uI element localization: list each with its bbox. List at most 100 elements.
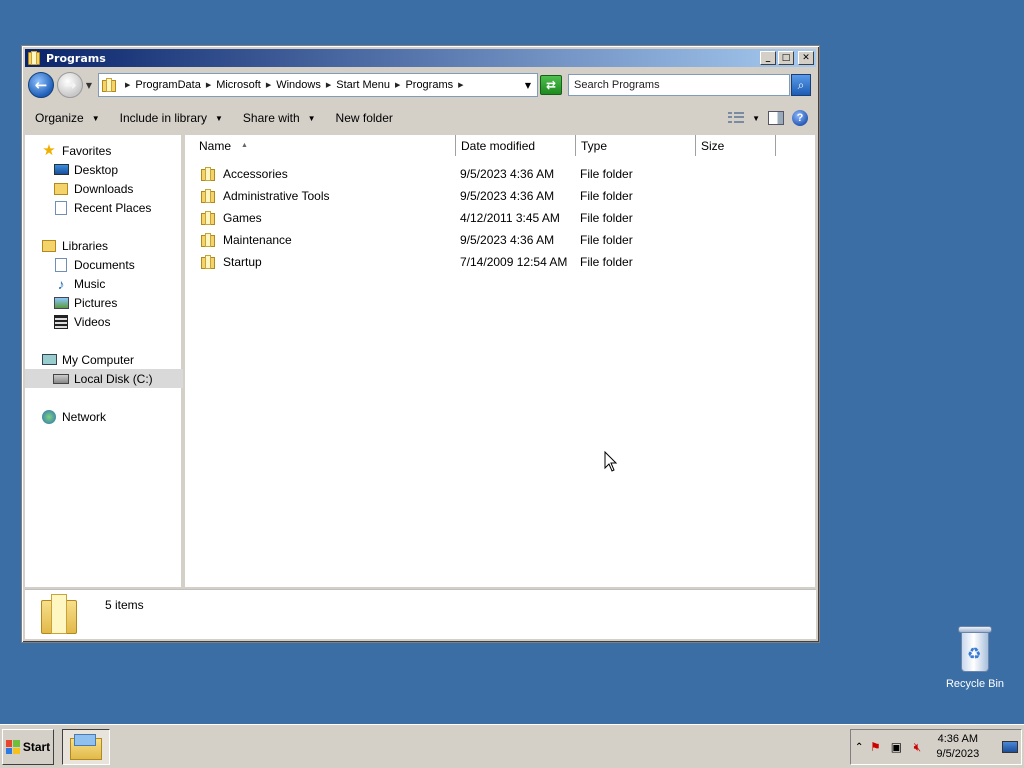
show-desktop-icon[interactable] — [1002, 741, 1018, 753]
help-icon[interactable]: ? — [792, 110, 808, 126]
file-name: Maintenance — [223, 233, 292, 247]
nav-network[interactable]: Network — [41, 407, 106, 426]
chevron-right-icon[interactable]: ▶ — [206, 81, 211, 89]
libraries-icon — [41, 238, 57, 254]
search-icon[interactable]: ⌕ — [791, 74, 811, 96]
breadcrumb-programs[interactable]: Programs — [405, 79, 453, 91]
breadcrumb-windows[interactable]: Windows — [276, 79, 321, 91]
clock[interactable]: 4:36 AM 9/5/2023 — [936, 732, 979, 762]
clock-time: 4:36 AM — [937, 733, 978, 745]
share-with-button[interactable]: Share with ▼ — [233, 111, 326, 125]
address-row: ← → ▼ ▶ ProgramData ▶ Microsoft ▶ Window… — [25, 70, 816, 100]
folder-icon — [102, 78, 116, 92]
nav-network-label: Network — [62, 409, 107, 424]
minimize-button[interactable]: _ — [760, 51, 776, 65]
breadcrumb-programdata[interactable]: ProgramData — [135, 79, 200, 91]
title-bar[interactable]: Programs _ □ ✕ — [25, 49, 816, 67]
show-hidden-icons-icon[interactable]: ⌃ — [855, 742, 863, 753]
recycle-bin-label: Recycle Bin — [945, 678, 1005, 690]
include-in-library-button[interactable]: Include in library ▼ — [110, 111, 233, 125]
nav-music[interactable]: ♪ Music — [53, 274, 106, 293]
folder-icon — [201, 189, 217, 203]
breadcrumb-microsoft[interactable]: Microsoft — [216, 79, 261, 91]
nav-videos[interactable]: Videos — [53, 312, 110, 331]
table-row[interactable]: Startup 7/14/2009 12:54 AM File folder — [185, 251, 815, 273]
view-options-icon[interactable] — [728, 112, 745, 124]
file-date: 9/5/2023 4:36 AM — [460, 189, 555, 203]
action-center-icon[interactable]: ⚑ — [866, 738, 884, 756]
forward-button[interactable]: → — [57, 72, 83, 98]
new-folder-button[interactable]: New folder — [326, 111, 403, 125]
column-date-modified[interactable]: Date modified — [456, 135, 576, 156]
file-type: File folder — [580, 167, 633, 181]
computer-icon — [41, 352, 57, 368]
chevron-down-icon[interactable]: ▼ — [525, 81, 531, 90]
column-spacer — [776, 135, 815, 156]
taskbar-explorer-button[interactable] — [62, 729, 110, 765]
nav-pictures-label: Pictures — [74, 295, 118, 310]
breadcrumb: ▶ ProgramData ▶ Microsoft ▶ Windows ▶ St… — [120, 79, 469, 91]
address-bar[interactable]: ▶ ProgramData ▶ Microsoft ▶ Windows ▶ St… — [98, 73, 538, 97]
start-button[interactable]: Start — [2, 729, 54, 765]
chevron-right-icon[interactable]: ▶ — [458, 81, 463, 89]
file-type: File folder — [580, 233, 633, 247]
column-size[interactable]: Size — [696, 135, 776, 156]
table-row[interactable]: Accessories 9/5/2023 4:36 AM File folder — [185, 163, 815, 185]
sort-ascending-icon: ▲ — [241, 142, 248, 149]
file-date: 9/5/2023 4:36 AM — [460, 233, 555, 247]
chevron-right-icon[interactable]: ▶ — [266, 81, 271, 89]
videos-icon — [53, 314, 69, 330]
organize-button[interactable]: Organize ▼ — [25, 111, 110, 125]
explorer-window: Programs _ □ ✕ ← → ▼ ▶ ProgramData ▶ Mic… — [21, 45, 820, 643]
details-pane: 5 items — [25, 589, 816, 639]
desktop-icon — [53, 162, 69, 178]
table-row[interactable]: Games 4/12/2011 3:45 AM File folder — [185, 207, 815, 229]
recycle-bin[interactable]: ♻ Recycle Bin — [940, 626, 1010, 690]
chevron-right-icon[interactable]: ▶ — [395, 81, 400, 89]
nav-pictures[interactable]: Pictures — [53, 293, 117, 312]
chevron-right-icon[interactable]: ▶ — [125, 81, 130, 89]
explorer-icon — [70, 734, 102, 760]
nav-recent-places[interactable]: Recent Places — [53, 198, 151, 217]
chevron-down-icon[interactable]: ▼ — [752, 114, 760, 123]
preview-pane-icon[interactable] — [768, 111, 784, 125]
table-row[interactable]: Maintenance 9/5/2023 4:36 AM File folder — [185, 229, 815, 251]
search-input[interactable]: Search Programs — [568, 74, 790, 96]
recycle-bin-icon: ♻ — [958, 626, 992, 672]
nav-desktop[interactable]: Desktop — [53, 160, 118, 179]
item-count: 5 items — [105, 598, 144, 612]
navigation-pane: ★ Favorites Desktop Downloads Recent Plac… — [25, 135, 183, 587]
file-type: File folder — [580, 189, 633, 203]
network-status-icon[interactable]: ▣ — [887, 738, 905, 756]
documents-icon — [53, 257, 69, 273]
breadcrumb-start-menu[interactable]: Start Menu — [336, 79, 390, 91]
nav-libraries[interactable]: Libraries — [41, 236, 108, 255]
nav-downloads[interactable]: Downloads — [53, 179, 133, 198]
file-date: 9/5/2023 4:36 AM — [460, 167, 555, 181]
window-title: Programs — [46, 51, 106, 65]
maximize-button[interactable]: □ — [778, 51, 794, 65]
folder-icon — [201, 255, 217, 269]
recent-pages-dropdown[interactable]: ▼ — [84, 81, 94, 90]
disk-icon — [53, 371, 69, 387]
table-row[interactable]: Administrative Tools 9/5/2023 4:36 AM Fi… — [185, 185, 815, 207]
nav-my-computer[interactable]: My Computer — [41, 350, 134, 369]
nav-libraries-label: Libraries — [62, 238, 109, 253]
share-with-label: Share with — [242, 111, 300, 125]
refresh-button[interactable]: ⇄ — [540, 75, 562, 95]
file-name: Accessories — [223, 167, 288, 181]
nav-documents[interactable]: Documents — [53, 255, 135, 274]
volume-muted-icon[interactable]: 🔇︎ — [908, 738, 926, 756]
pictures-icon — [53, 295, 69, 311]
column-type[interactable]: Type — [576, 135, 696, 156]
file-name: Administrative Tools — [223, 189, 330, 203]
chevron-right-icon[interactable]: ▶ — [326, 81, 331, 89]
column-name[interactable]: Name ▲ — [185, 135, 456, 156]
nav-favorites[interactable]: ★ Favorites — [41, 141, 111, 160]
nav-local-disk[interactable]: Local Disk (C:) — [25, 369, 183, 388]
file-name: Games — [223, 211, 262, 225]
system-tray: ⌃ ⚑ ▣ 🔇︎ 4:36 AM 9/5/2023 — [850, 729, 1022, 765]
windows-logo-icon — [5, 740, 20, 754]
close-button[interactable]: ✕ — [798, 51, 814, 65]
back-button[interactable]: ← — [28, 72, 54, 98]
